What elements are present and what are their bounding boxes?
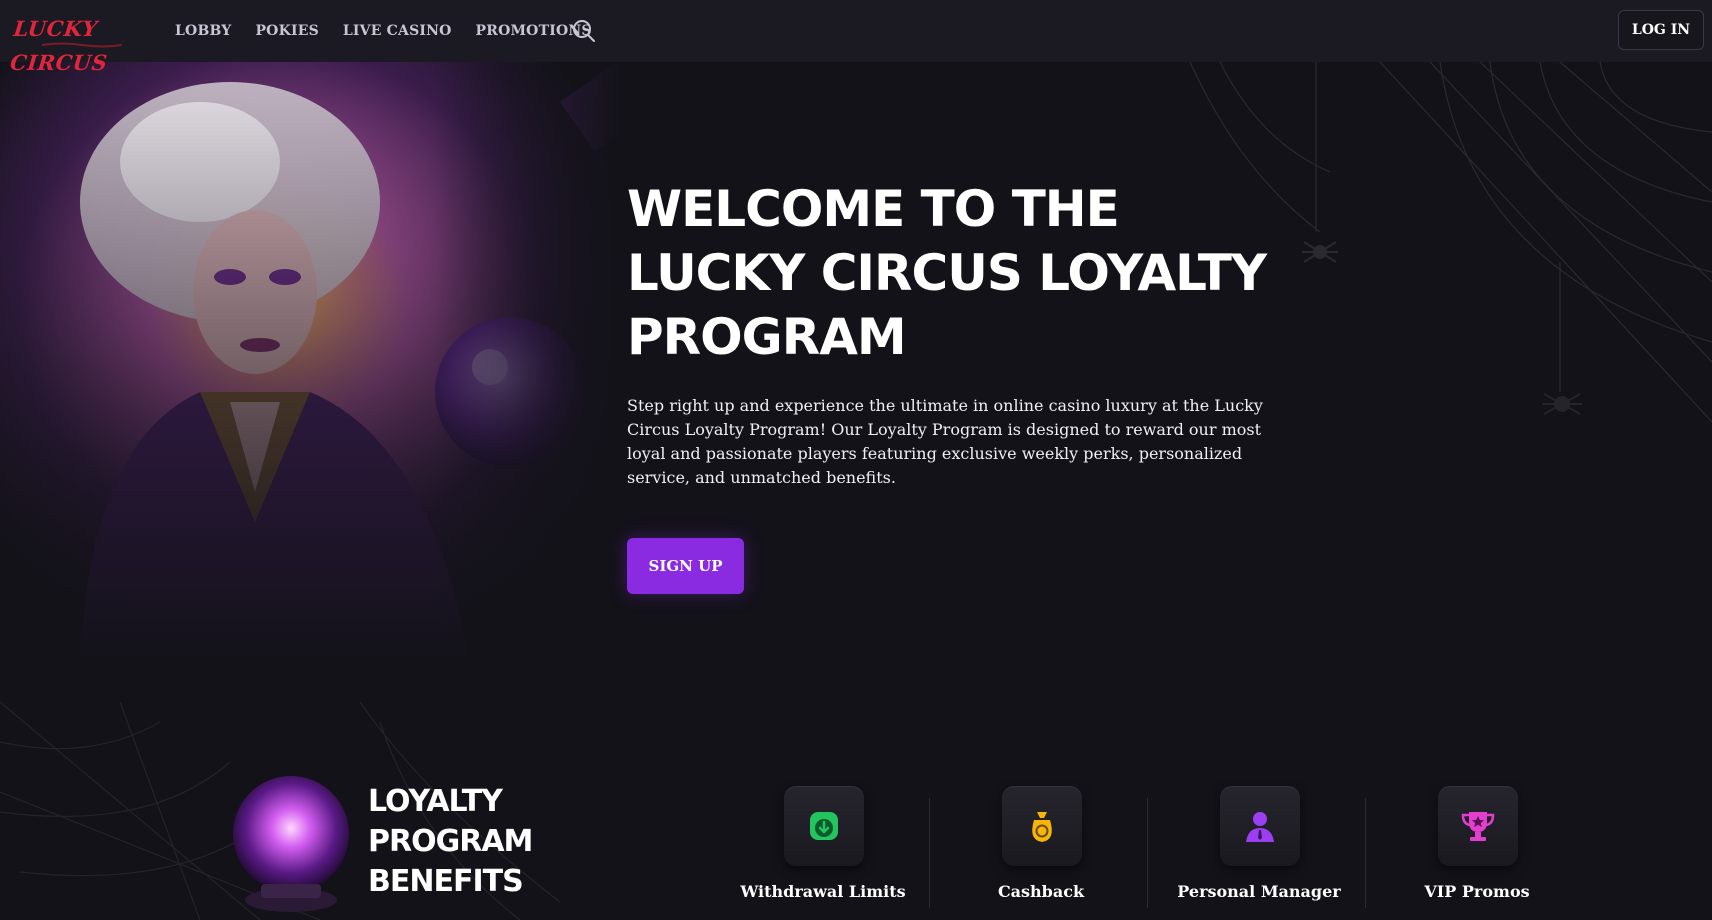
person-icon <box>1246 812 1274 842</box>
benefit-divider <box>1147 798 1148 908</box>
benefit-divider <box>929 798 930 908</box>
benefit-label: VIP Promos <box>1424 882 1530 901</box>
logo-swoosh-icon <box>42 42 122 48</box>
hero-title-line: PROGRAM <box>627 308 907 366</box>
nav-item-pokies[interactable]: POKIES <box>255 23 318 39</box>
login-button[interactable]: LOG IN <box>1618 10 1704 50</box>
trophy-icon <box>1461 812 1495 841</box>
cashback-bag-icon <box>1032 812 1052 842</box>
nav-item-live-casino[interactable]: LIVE CASINO <box>343 23 452 39</box>
lucky-circus-logo[interactable]: LUCKY CIRCUS <box>9 12 124 75</box>
spider-icon <box>1542 393 1582 415</box>
hero-section: WELCOME TO THE LUCKY CIRCUS LOYALTY PROG… <box>0 62 1712 662</box>
benefit-icon-box <box>1220 786 1300 866</box>
benefit-divider <box>1365 798 1366 908</box>
hero-title-line: WELCOME TO THE <box>627 180 1120 238</box>
withdrawal-icon <box>810 812 838 840</box>
benefit-card-withdrawal-limits[interactable]: Withdrawal Limits <box>714 786 932 916</box>
benefits-title-line: BENEFITS <box>368 864 524 899</box>
benefit-icon-box <box>784 786 864 866</box>
hero-title: WELCOME TO THE LUCKY CIRCUS LOYALTY PROG… <box>627 177 1327 369</box>
crystal-ball-icon <box>233 776 349 912</box>
benefit-label: Cashback <box>997 882 1085 901</box>
search-button[interactable] <box>570 17 598 45</box>
sign-up-button[interactable]: SIGN UP <box>627 538 744 594</box>
benefit-card-personal-manager[interactable]: Personal Manager <box>1150 786 1368 916</box>
benefits-title-line: LOYALTY <box>368 784 503 819</box>
benefits-title-line: PROGRAM <box>368 824 533 859</box>
loyalty-benefits-section: LOYALTY PROGRAM BENEFITS Withdrawal Limi… <box>0 662 1712 920</box>
benefit-label: Personal Manager <box>1177 882 1341 901</box>
benefits-title: LOYALTY PROGRAM BENEFITS <box>368 782 533 902</box>
nav-item-lobby[interactable]: LOBBY <box>175 23 231 39</box>
fortune-teller-illustration <box>0 62 620 662</box>
benefit-icon-box <box>1002 786 1082 866</box>
hero-description: Step right up and experience the ultimat… <box>627 396 1263 487</box>
benefit-card-cashback[interactable]: Cashback <box>932 786 1150 916</box>
benefit-icon-box <box>1438 786 1518 866</box>
hero-title-line: LUCKY CIRCUS LOYALTY <box>627 244 1267 302</box>
benefit-label: Withdrawal Limits <box>740 882 906 901</box>
top-navbar: LUCKY CIRCUS LOBBY POKIES LIVE CASINO PR… <box>0 0 1712 75</box>
benefit-card-vip-promos[interactable]: VIP Promos <box>1368 786 1586 916</box>
search-icon <box>573 20 595 42</box>
main-menu: LOBBY POKIES LIVE CASINO PROMOTIONS <box>175 0 592 62</box>
